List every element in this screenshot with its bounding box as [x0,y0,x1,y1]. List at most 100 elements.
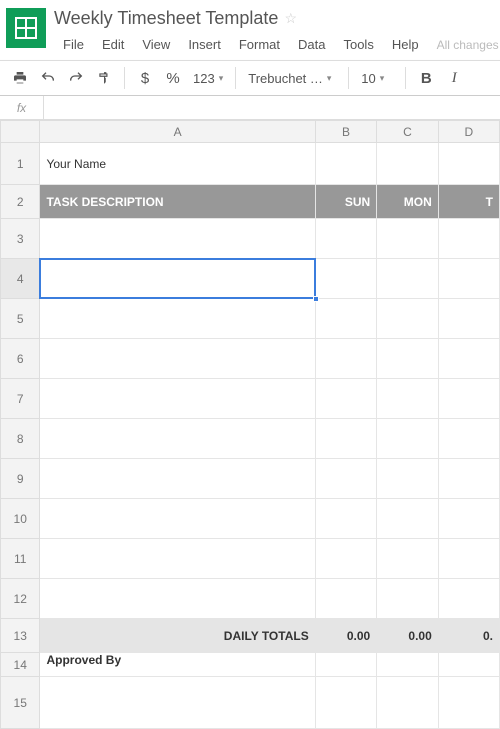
cell[interactable] [40,499,315,539]
select-all-corner[interactable] [1,121,40,143]
cell[interactable] [315,219,377,259]
number-format-dropdown[interactable]: 123▾ [187,64,229,92]
total-tue[interactable]: 0. [438,619,499,653]
row-header[interactable]: 6 [1,339,40,379]
cell[interactable] [438,259,499,299]
cell-name[interactable]: Your Name [40,143,315,185]
cell[interactable] [40,219,315,259]
cell[interactable] [438,219,499,259]
menu-data[interactable]: Data [289,35,334,54]
total-mon[interactable]: 0.00 [377,619,439,653]
cell[interactable] [377,579,439,619]
menu-format[interactable]: Format [230,35,289,54]
row-header[interactable]: 1 [1,143,40,185]
row-header[interactable]: 4 [1,259,40,299]
cell[interactable] [438,143,499,185]
row-header[interactable]: 7 [1,379,40,419]
cell[interactable] [438,677,499,729]
menu-edit[interactable]: Edit [93,35,133,54]
undo-icon[interactable] [34,64,62,92]
cell[interactable] [315,653,377,677]
cell[interactable] [315,339,377,379]
star-icon[interactable]: ☆ [284,10,297,27]
cell[interactable] [438,653,499,677]
print-icon[interactable] [6,64,34,92]
col-header-D[interactable]: D [438,121,499,143]
cell[interactable] [315,259,377,299]
cell[interactable] [377,299,439,339]
document-title[interactable]: Weekly Timesheet Template [54,8,278,29]
header-tue[interactable]: T [438,185,499,219]
cell[interactable] [40,339,315,379]
cell[interactable] [40,579,315,619]
cell[interactable] [40,299,315,339]
cell[interactable] [315,677,377,729]
col-header-B[interactable]: B [315,121,377,143]
row-header[interactable]: 9 [1,459,40,499]
cell[interactable] [315,539,377,579]
cell[interactable] [315,379,377,419]
fill-handle[interactable] [313,296,319,302]
cell[interactable] [438,539,499,579]
row-header[interactable]: 5 [1,299,40,339]
menu-help[interactable]: Help [383,35,428,54]
row-header[interactable]: 12 [1,579,40,619]
cell[interactable] [377,499,439,539]
row-header[interactable]: 15 [1,677,40,729]
cell[interactable] [438,299,499,339]
italic-button[interactable]: I [440,64,468,92]
row-header[interactable]: 8 [1,419,40,459]
row-header[interactable]: 14 [1,653,40,677]
sheets-logo[interactable] [6,8,46,48]
cell[interactable] [40,677,315,729]
cell[interactable] [315,499,377,539]
format-percent-button[interactable]: % [159,64,187,92]
col-header-A[interactable]: A [40,121,315,143]
cell[interactable] [377,459,439,499]
cell[interactable] [377,339,439,379]
font-size-dropdown[interactable]: 10▾ [355,64,399,92]
cell[interactable] [377,539,439,579]
paint-format-icon[interactable] [90,64,118,92]
spreadsheet-grid[interactable]: A B C D 1 Your Name 2 TASK DESCRIPTION S… [0,120,500,729]
total-sun[interactable]: 0.00 [315,619,377,653]
active-cell[interactable] [40,259,315,299]
row-header[interactable]: 3 [1,219,40,259]
cell[interactable] [377,419,439,459]
header-task-description[interactable]: TASK DESCRIPTION [40,185,315,219]
row-header[interactable]: 2 [1,185,40,219]
col-header-C[interactable]: C [377,121,439,143]
daily-totals-label[interactable]: DAILY TOTALS [40,619,315,653]
cell[interactable] [438,379,499,419]
cell[interactable] [377,143,439,185]
menu-file[interactable]: File [54,35,93,54]
cell[interactable] [315,143,377,185]
cell[interactable] [315,299,377,339]
approved-by-label[interactable]: Approved By [40,653,315,677]
cell[interactable] [438,499,499,539]
cell[interactable] [315,459,377,499]
cell[interactable] [315,419,377,459]
menu-tools[interactable]: Tools [334,35,382,54]
cell[interactable] [438,339,499,379]
cell[interactable] [377,219,439,259]
cell[interactable] [40,539,315,579]
redo-icon[interactable] [62,64,90,92]
cell[interactable] [377,653,439,677]
cell[interactable] [377,677,439,729]
row-header[interactable]: 10 [1,499,40,539]
cell[interactable] [315,579,377,619]
cell[interactable] [438,579,499,619]
row-header[interactable]: 11 [1,539,40,579]
font-family-dropdown[interactable]: Trebuchet …▾ [242,64,342,92]
row-header[interactable]: 13 [1,619,40,653]
header-mon[interactable]: MON [377,185,439,219]
cell[interactable] [40,459,315,499]
cell[interactable] [40,419,315,459]
menu-insert[interactable]: Insert [179,35,230,54]
bold-button[interactable]: B [412,64,440,92]
cell[interactable] [40,379,315,419]
format-currency-button[interactable]: $ [131,64,159,92]
cell[interactable] [438,419,499,459]
cell[interactable] [377,379,439,419]
